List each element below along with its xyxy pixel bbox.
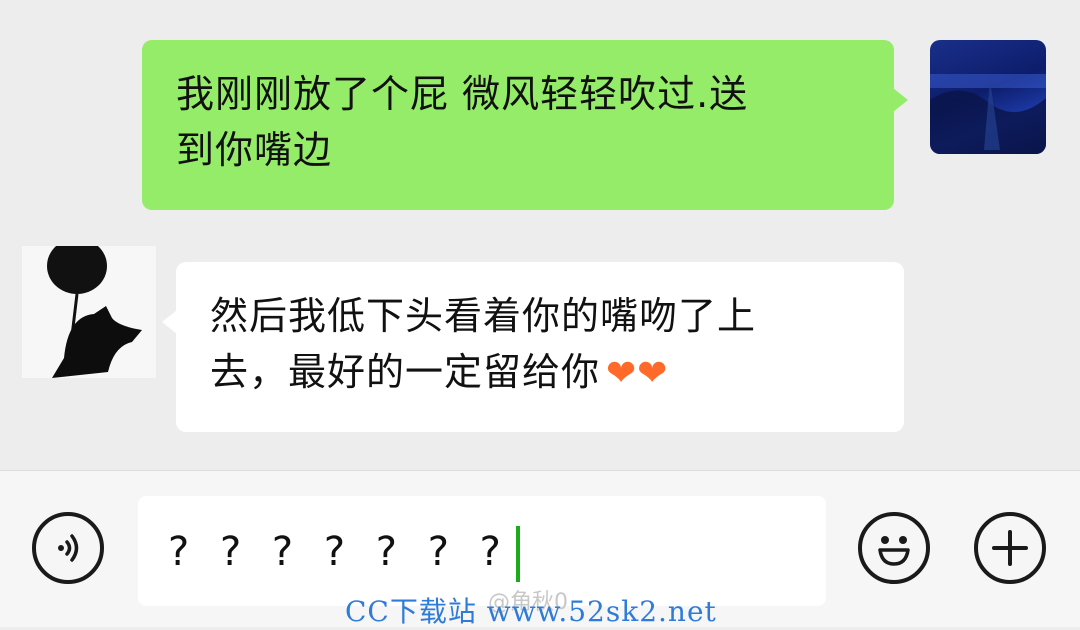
plus-icon	[992, 530, 1028, 566]
emoji-icon	[878, 536, 910, 566]
other-avatar[interactable]	[22, 246, 156, 378]
message-input-value: ? ? ? ? ? ? ?	[168, 529, 510, 575]
plus-button[interactable]	[974, 512, 1046, 584]
site-watermark: CC下载站 www.52sk2.net	[345, 595, 717, 628]
self-avatar[interactable]	[930, 40, 1046, 154]
voice-button[interactable]	[32, 512, 104, 584]
chat-area: 我刚刚放了个屁 微风轻轻吹过.送 到你嘴边 然后我低下头看着你的嘴吻了上 去，最…	[0, 0, 1080, 470]
message-text: 去，最好的一定留给你	[210, 350, 601, 394]
message-bubble-self[interactable]: 我刚刚放了个屁 微风轻轻吹过.送 到你嘴边	[142, 40, 908, 210]
message-bubble-other[interactable]: 然后我低下头看着你的嘴吻了上 去，最好的一定留给你 ❤❤	[162, 262, 904, 432]
message-text-line: 到你嘴边	[176, 128, 333, 172]
voice-icon	[58, 534, 79, 562]
text-caret	[515, 526, 520, 582]
heart-emoji: ❤❤	[606, 353, 669, 394]
message-text-line: 去，最好的一定留给你 ❤❤	[210, 344, 880, 402]
message-text-line: 然后我低下头看着你的嘴吻了上	[210, 294, 757, 338]
emoji-button[interactable]	[858, 512, 930, 584]
message-text-line: 我刚刚放了个屁 微风轻轻吹过.送	[176, 72, 749, 116]
